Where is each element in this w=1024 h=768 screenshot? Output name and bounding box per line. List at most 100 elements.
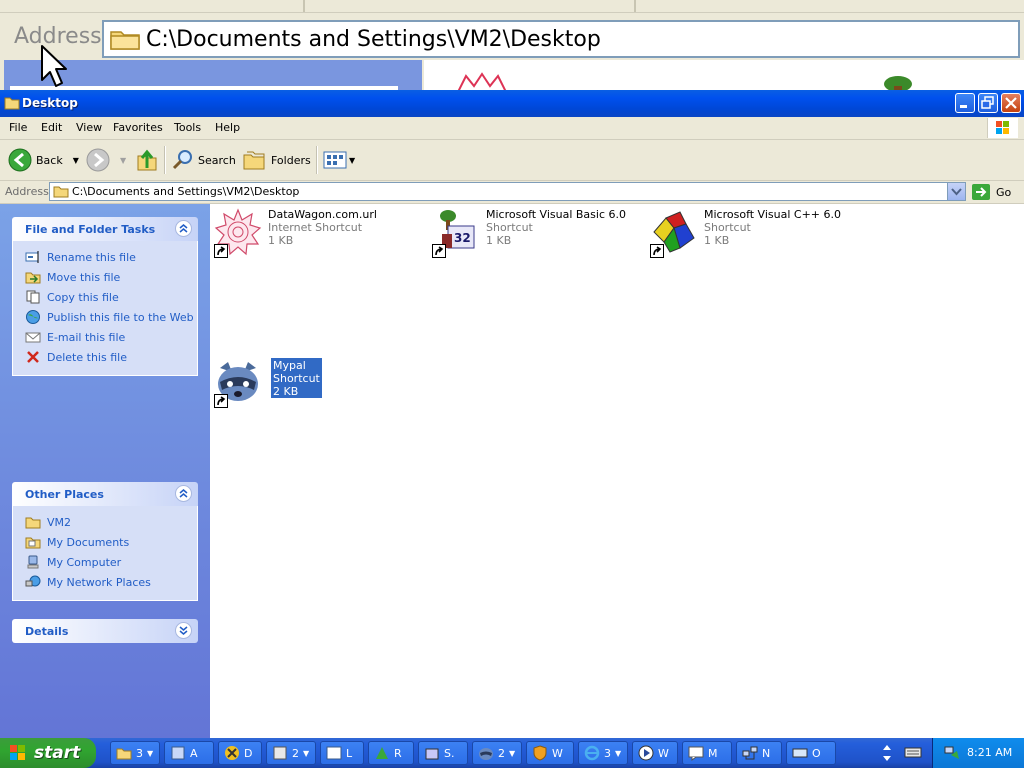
menu-edit[interactable]: Edit bbox=[41, 121, 62, 134]
task-label: 3 bbox=[136, 746, 143, 760]
expand-chevron-icon[interactable] bbox=[175, 622, 192, 639]
windows-flag-icon bbox=[10, 745, 25, 760]
menu-view[interactable]: View bbox=[76, 121, 102, 134]
menu-help[interactable]: Help bbox=[215, 121, 240, 134]
task-label: N bbox=[762, 746, 771, 760]
taskbar-button-o[interactable]: O bbox=[786, 741, 836, 765]
taskbar-group-explorer[interactable]: 3 ▼ bbox=[110, 741, 160, 765]
address-input[interactable]: C:\Documents and Settings\VM2\Desktop bbox=[49, 182, 966, 201]
task-label: W bbox=[658, 746, 669, 760]
folder-icon bbox=[110, 31, 140, 50]
taskbar-button-w[interactable]: W bbox=[526, 741, 574, 765]
task-label: S. bbox=[444, 746, 455, 760]
collapse-chevron-icon[interactable] bbox=[175, 220, 192, 237]
bg-content bbox=[424, 60, 1024, 90]
search-label: Search bbox=[198, 153, 236, 167]
taskbar-button-n[interactable]: N bbox=[736, 741, 782, 765]
copy-file-label: Copy this file bbox=[47, 290, 119, 304]
shortcut-arrow-icon bbox=[214, 244, 228, 258]
panel-title: Details bbox=[25, 625, 69, 638]
close-icon bbox=[1005, 97, 1017, 109]
up-button[interactable] bbox=[136, 146, 158, 174]
file-item-mypal[interactable]: Mypal Shortcut 2 KB bbox=[214, 358, 424, 408]
internet-explorer-icon bbox=[584, 745, 600, 761]
publish-web-link[interactable]: Publish this file to the Web bbox=[13, 307, 197, 327]
taskbar-button-r[interactable]: R bbox=[368, 741, 414, 765]
taskbar-group-ie[interactable]: 3 ▼ bbox=[578, 741, 628, 765]
my-computer-icon bbox=[27, 555, 39, 569]
file-name: Mypal bbox=[273, 359, 306, 372]
up-folder-icon bbox=[137, 149, 157, 171]
place-network-label: My Network Places bbox=[47, 575, 151, 589]
collapse-chevron-icon[interactable] bbox=[175, 485, 192, 502]
email-file-link[interactable]: E-mail this file bbox=[13, 327, 197, 347]
menu-file[interactable]: File bbox=[9, 121, 27, 134]
restore-button[interactable] bbox=[978, 93, 998, 113]
search-icon bbox=[172, 150, 192, 170]
forward-dropdown-icon[interactable]: ▼ bbox=[120, 156, 126, 165]
forward-button[interactable]: ▼ bbox=[86, 146, 126, 174]
taskbar-button-media[interactable]: W bbox=[632, 741, 678, 765]
close-button[interactable] bbox=[1001, 93, 1021, 113]
windows-logo-icon bbox=[987, 118, 1018, 138]
back-dropdown-icon[interactable]: ▼ bbox=[73, 156, 79, 165]
file-list[interactable]: DataWagon.com.url Internet Shortcut 1 KB… bbox=[210, 204, 1024, 738]
details-header[interactable]: Details bbox=[12, 619, 198, 643]
shortcut-arrow-icon bbox=[432, 244, 446, 258]
rename-file-link[interactable]: Rename this file bbox=[13, 247, 197, 267]
file-size: 2 KB bbox=[273, 385, 299, 398]
place-my-computer-link[interactable]: My Computer bbox=[13, 552, 197, 572]
go-label: Go bbox=[996, 185, 1012, 199]
taskbar-button-m[interactable]: M bbox=[682, 741, 732, 765]
taskbar-scroll-arrows-icon[interactable] bbox=[880, 740, 894, 766]
task-label: M bbox=[708, 746, 718, 760]
details-panel: Details bbox=[12, 619, 198, 643]
delete-file-label: Delete this file bbox=[47, 350, 127, 364]
window-title: Desktop bbox=[22, 96, 78, 110]
magnified-background: Address C:\Documents and Settings\VM2\De… bbox=[0, 0, 1024, 90]
file-item-visual-basic[interactable]: 32 Microsoft Visual Basic 6.0 Shortcut 1… bbox=[432, 208, 642, 258]
place-vm2-link[interactable]: VM2 bbox=[13, 512, 197, 532]
file-name: Microsoft Visual Basic 6.0 bbox=[486, 208, 627, 221]
taskbar-button-l[interactable]: L bbox=[320, 741, 364, 765]
back-button[interactable]: Back ▼ bbox=[8, 146, 79, 174]
go-button[interactable]: Go bbox=[972, 183, 1011, 201]
search-button[interactable]: Search bbox=[172, 146, 236, 174]
other-places-header[interactable]: Other Places bbox=[12, 482, 198, 506]
menu-favorites[interactable]: Favorites bbox=[113, 121, 163, 134]
file-item-datawagon[interactable]: DataWagon.com.url Internet Shortcut 1 KB bbox=[214, 208, 424, 258]
tray-network-icon[interactable] bbox=[943, 745, 961, 761]
taskbar-button-a[interactable]: A bbox=[164, 741, 214, 765]
folder-icon bbox=[4, 97, 20, 110]
delete-file-link[interactable]: Delete this file bbox=[13, 347, 197, 367]
address-dropdown-button[interactable] bbox=[947, 183, 965, 200]
copy-file-link[interactable]: Copy this file bbox=[13, 287, 197, 307]
taskbar-button-d[interactable]: D bbox=[218, 741, 262, 765]
app-icon bbox=[171, 746, 185, 760]
taskbar-group-2[interactable]: 2 ▼ bbox=[266, 741, 316, 765]
taskbar-button-s[interactable]: S. bbox=[418, 741, 468, 765]
input-language-icon[interactable] bbox=[904, 745, 922, 759]
message-icon bbox=[688, 746, 704, 761]
clock[interactable]: 8:21 AM bbox=[967, 746, 1012, 759]
folders-icon bbox=[243, 151, 265, 170]
start-button[interactable]: start bbox=[0, 738, 96, 768]
taskbar-group-mypal[interactable]: 2 ▼ bbox=[472, 741, 522, 765]
file-name: DataWagon.com.url bbox=[268, 208, 377, 221]
menu-tools[interactable]: Tools bbox=[174, 121, 201, 134]
address-label: Address bbox=[5, 185, 49, 198]
place-my-documents-link[interactable]: My Documents bbox=[13, 532, 197, 552]
globe-icon bbox=[26, 310, 40, 324]
file-folder-tasks-header[interactable]: File and Folder Tasks bbox=[12, 217, 198, 241]
minimize-button[interactable] bbox=[955, 93, 975, 113]
task-label: 2 bbox=[292, 746, 299, 760]
move-file-link[interactable]: Move this file bbox=[13, 267, 197, 287]
explorer-window: Desktop File Edit View Favorites Tools H… bbox=[0, 90, 1024, 738]
task-label: 3 bbox=[604, 746, 611, 760]
views-button[interactable]: ▼ bbox=[323, 146, 355, 174]
title-bar[interactable]: Desktop bbox=[0, 90, 1024, 117]
folders-button[interactable]: Folders bbox=[243, 146, 311, 174]
place-my-documents-label: My Documents bbox=[47, 535, 130, 549]
file-item-visual-cpp[interactable]: Microsoft Visual C++ 6.0 Shortcut 1 KB bbox=[650, 208, 860, 258]
place-network-link[interactable]: My Network Places bbox=[13, 572, 197, 592]
